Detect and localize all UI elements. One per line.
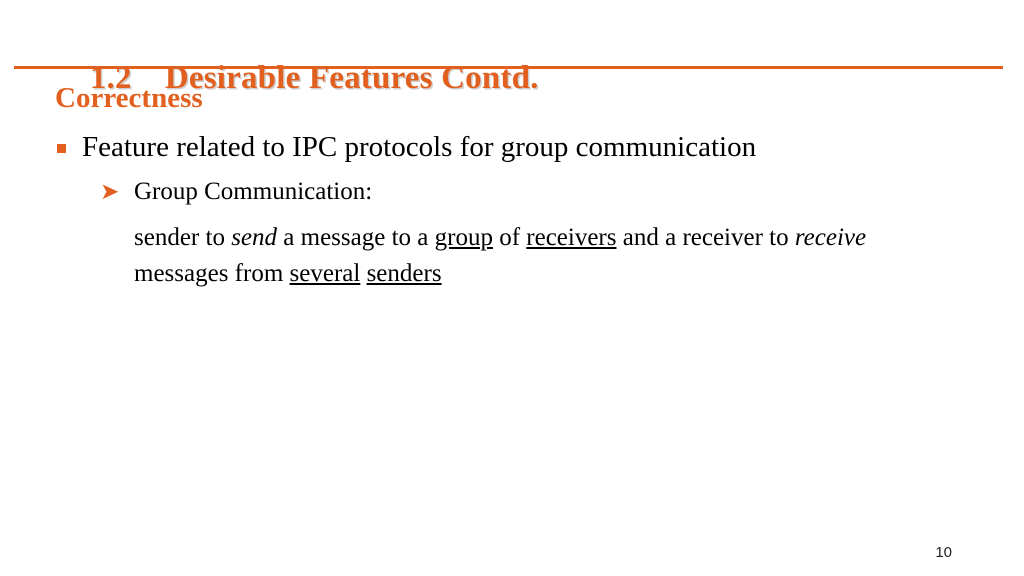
slide-body: Feature related to IPC protocols for gro… — [0, 0, 1024, 576]
paragraph-part-6-underline: receivers — [526, 224, 617, 251]
bullet-level1-label: Feature related to IPC protocols for gro… — [82, 131, 757, 163]
square-bullet-icon — [57, 144, 66, 153]
bullet-level2: ➤ Group Communication: — [100, 176, 980, 208]
paragraph-part-2-italic: send — [231, 224, 278, 251]
paragraph-block: sender to send a message to a group of r… — [134, 220, 954, 292]
paragraph-part-7: and a receiver to — [616, 224, 795, 251]
paragraph-part-1: sender to — [134, 224, 232, 251]
paragraph-part-4-underline: group — [434, 224, 493, 251]
page-number: 10 — [935, 544, 952, 561]
paragraph-part-9: messages from — [134, 260, 290, 287]
bullet-level2-label: Group Communication: — [134, 178, 373, 205]
bullet-level1: Feature related to IPC protocols for gro… — [57, 129, 987, 165]
slide: 1.2 Desirable Features Contd. Correctness… — [0, 0, 1024, 576]
paragraph-part-3: a message to a — [277, 224, 435, 251]
paragraph-part-5: of — [492, 224, 527, 251]
paragraph-part-8-italic: receive — [794, 224, 867, 251]
paragraph-part-12-underline: senders — [366, 260, 442, 287]
arrow-bullet-icon: ➤ — [100, 179, 120, 205]
paragraph-part-10-underline: several — [289, 260, 361, 287]
